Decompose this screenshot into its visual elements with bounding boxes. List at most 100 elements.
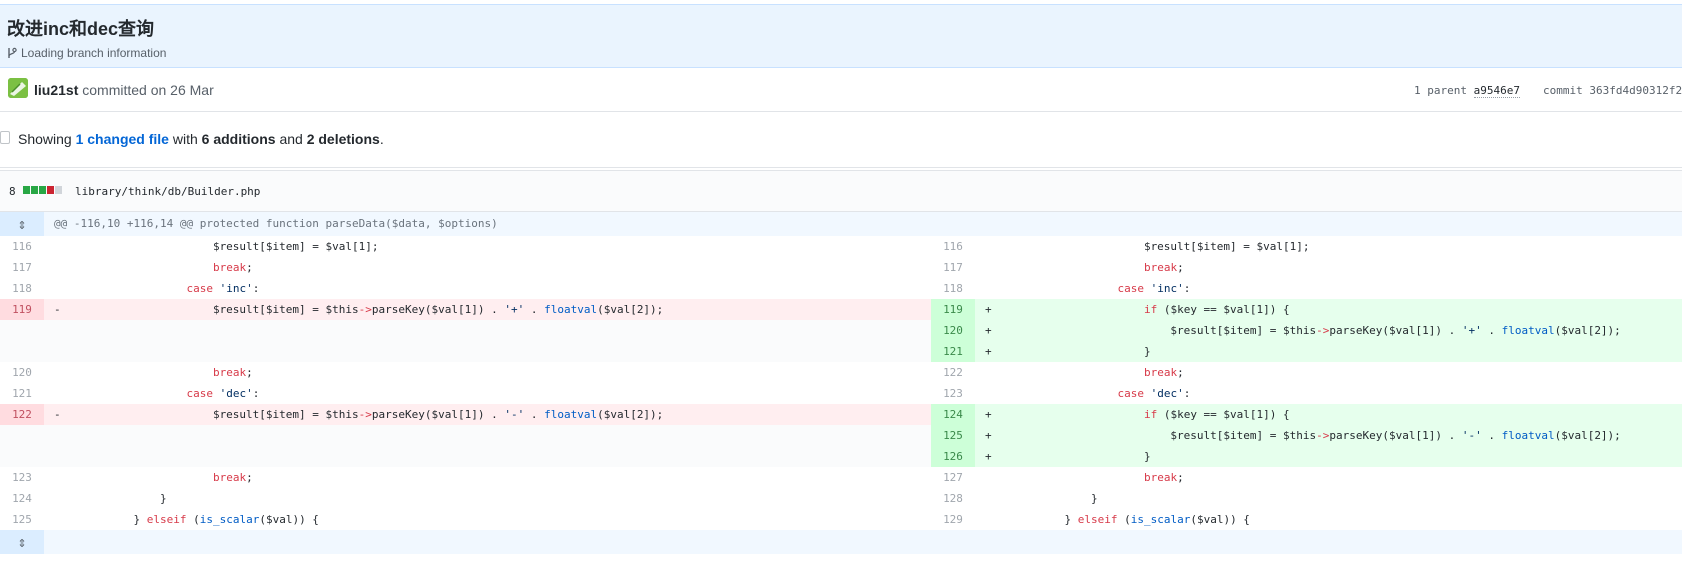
right-diff-cell: 125 + $result[$item] = $this->parseKey($v… xyxy=(931,425,1682,446)
line-number[interactable]: 120 xyxy=(0,362,44,383)
summary-showing: Showing xyxy=(18,131,72,147)
line-number[interactable]: 123 xyxy=(0,467,44,488)
file-diff-icon xyxy=(0,131,10,144)
line-number[interactable]: 118 xyxy=(0,278,44,299)
code-line: } elseif (is_scalar($val)) { xyxy=(54,513,319,526)
code-line: $result[$item] = $this->parseKey($val[1]… xyxy=(985,429,1621,442)
line-number[interactable]: 126 xyxy=(931,446,975,467)
expand-icon[interactable]: ⇕ xyxy=(0,530,44,554)
diff-row: 121 + } xyxy=(0,341,1682,362)
code-line: } xyxy=(985,492,1098,505)
commit-sha-info: commit 363fd4d90312f2 xyxy=(1543,84,1682,97)
diff-row: 118 case 'inc': 118 case 'inc': xyxy=(0,278,1682,299)
code-line: if ($key == $val[1]) { xyxy=(1143,303,1290,316)
line-number[interactable]: 120 xyxy=(931,320,975,341)
left-diff-cell: 122- $result[$item] = $this->parseKey($v… xyxy=(0,404,931,425)
left-diff-cell: 116 $result[$item] = $val[1]; xyxy=(0,236,931,257)
line-number[interactable]: 129 xyxy=(931,509,975,530)
code-line: } xyxy=(985,345,1151,358)
hunk-header-text: @@ -116,10 +116,14 @@ protected function… xyxy=(54,217,498,230)
left-diff-cell xyxy=(0,341,931,362)
left-diff-cell: 120 break; xyxy=(0,362,931,383)
right-diff-cell: 129 } elseif (is_scalar($val)) { xyxy=(931,509,1682,530)
right-diff-cell: 117 break; xyxy=(931,257,1682,278)
line-number[interactable]: 117 xyxy=(931,257,975,278)
diffstat-block xyxy=(23,186,30,194)
line-number[interactable]: 121 xyxy=(931,341,975,362)
right-diff-cell: 124 + if ($key == $val[1]) { xyxy=(931,404,1682,425)
left-diff-cell: 119- $result[$item] = $this->parseKey($v… xyxy=(0,299,931,320)
deletions-count: 2 deletions xyxy=(306,131,380,147)
expand-icon[interactable]: ⇕ xyxy=(0,212,44,236)
line-number[interactable]: 116 xyxy=(0,236,44,257)
line-number[interactable]: 125 xyxy=(931,425,975,446)
diff-row: 117 break; 117 break; xyxy=(0,257,1682,278)
code-line: break; xyxy=(1143,261,1184,274)
changed-files-link[interactable]: 1 changed file xyxy=(76,131,169,147)
line-number[interactable]: 127 xyxy=(931,467,975,488)
line-number[interactable]: 119 xyxy=(0,299,44,320)
code-line: case 'dec': xyxy=(186,387,260,400)
left-diff-cell: 123 break; xyxy=(0,467,931,488)
right-diff-cell: 128 } xyxy=(931,488,1682,509)
parent-sha-link[interactable]: a9546e7 xyxy=(1473,84,1520,98)
additions-count: 6 additions xyxy=(201,131,276,147)
diff-row: 123 break; 127 break; xyxy=(0,467,1682,488)
line-number[interactable]: 124 xyxy=(931,404,975,425)
commit-header: 改进inc和dec查询 Loading branch information xyxy=(0,4,1682,68)
avatar[interactable] xyxy=(8,78,28,98)
left-diff-cell: 117 break; xyxy=(0,257,931,278)
line-number[interactable]: 121 xyxy=(0,383,44,404)
left-diff-cell xyxy=(0,446,931,467)
line-number[interactable]: 125 xyxy=(0,509,44,530)
commit-sha: 363fd4d90312f2 xyxy=(1589,84,1682,97)
branch-info-text: Loading branch information xyxy=(21,46,167,60)
diff-row: 116 $result[$item] = $val[1]; 116 $result… xyxy=(0,236,1682,257)
code-line: break; xyxy=(1143,471,1184,484)
diff-row: 125 } elseif (is_scalar($val)) {129 } el… xyxy=(0,509,1682,530)
diff-row: 120 break; 122 break; xyxy=(0,362,1682,383)
left-diff-cell: 124 } xyxy=(0,488,931,509)
diff-row: 120 + $result[$item] = $this->parseKey($v… xyxy=(0,320,1682,341)
diffstat-bar xyxy=(23,186,62,194)
diff-line-count: 8 xyxy=(9,185,16,198)
parent-label: 1 parent xyxy=(1414,84,1467,97)
diff-summary: Showing 1 changed file with 6 additions … xyxy=(18,131,384,147)
line-number[interactable]: 116 xyxy=(931,236,975,257)
right-diff-cell: 119 + if ($key == $val[1]) { xyxy=(931,299,1682,320)
line-number[interactable]: 128 xyxy=(931,488,975,509)
line-number[interactable]: 119 xyxy=(931,299,975,320)
commit-title: 改进inc和dec查询 xyxy=(7,19,155,39)
line-number[interactable]: 124 xyxy=(0,488,44,509)
right-diff-cell: 118 case 'inc': xyxy=(931,278,1682,299)
line-number[interactable]: 117 xyxy=(0,257,44,278)
diffstat-block xyxy=(55,186,62,194)
commit-label: commit xyxy=(1543,84,1583,97)
left-diff-cell xyxy=(0,320,931,341)
code-line: break; xyxy=(212,366,253,379)
right-diff-cell: 116 $result[$item] = $val[1]; xyxy=(931,236,1682,257)
line-number[interactable]: 123 xyxy=(931,383,975,404)
line-number[interactable]: 122 xyxy=(0,404,44,425)
author-link[interactable]: liu21st xyxy=(34,82,78,98)
left-diff-cell: 121 case 'dec': xyxy=(0,383,931,404)
committed-date: committed on 26 Mar xyxy=(82,82,214,98)
line-number[interactable]: 122 xyxy=(931,362,975,383)
file-path-link[interactable]: library/think/db/Builder.php xyxy=(75,185,260,198)
git-branch-icon xyxy=(8,47,17,58)
left-diff-cell: 125 } elseif (is_scalar($val)) { xyxy=(0,509,931,530)
code-line: } xyxy=(54,492,167,505)
code-line: $result[$item] = $val[1]; xyxy=(985,240,1310,253)
left-diff-cell xyxy=(0,425,931,446)
branch-info: Loading branch information xyxy=(7,46,166,60)
line-number[interactable]: 118 xyxy=(931,278,975,299)
summary-end: . xyxy=(379,131,384,147)
diff-row: 124 } 128 } xyxy=(0,488,1682,509)
diff-row: 125 + $result[$item] = $this->parseKey($v… xyxy=(0,425,1682,446)
commit-meta-bar: liu21st committed on 26 Mar 1 parent a95… xyxy=(0,68,1682,112)
code-line: $result[$item] = $val[1]; xyxy=(54,240,379,253)
diff-row: 119- $result[$item] = $this->parseKey($v… xyxy=(0,299,1682,320)
right-diff-cell: 122 break; xyxy=(931,362,1682,383)
code-line: break; xyxy=(1143,366,1184,379)
right-diff-cell: 123 case 'dec': xyxy=(931,383,1682,404)
